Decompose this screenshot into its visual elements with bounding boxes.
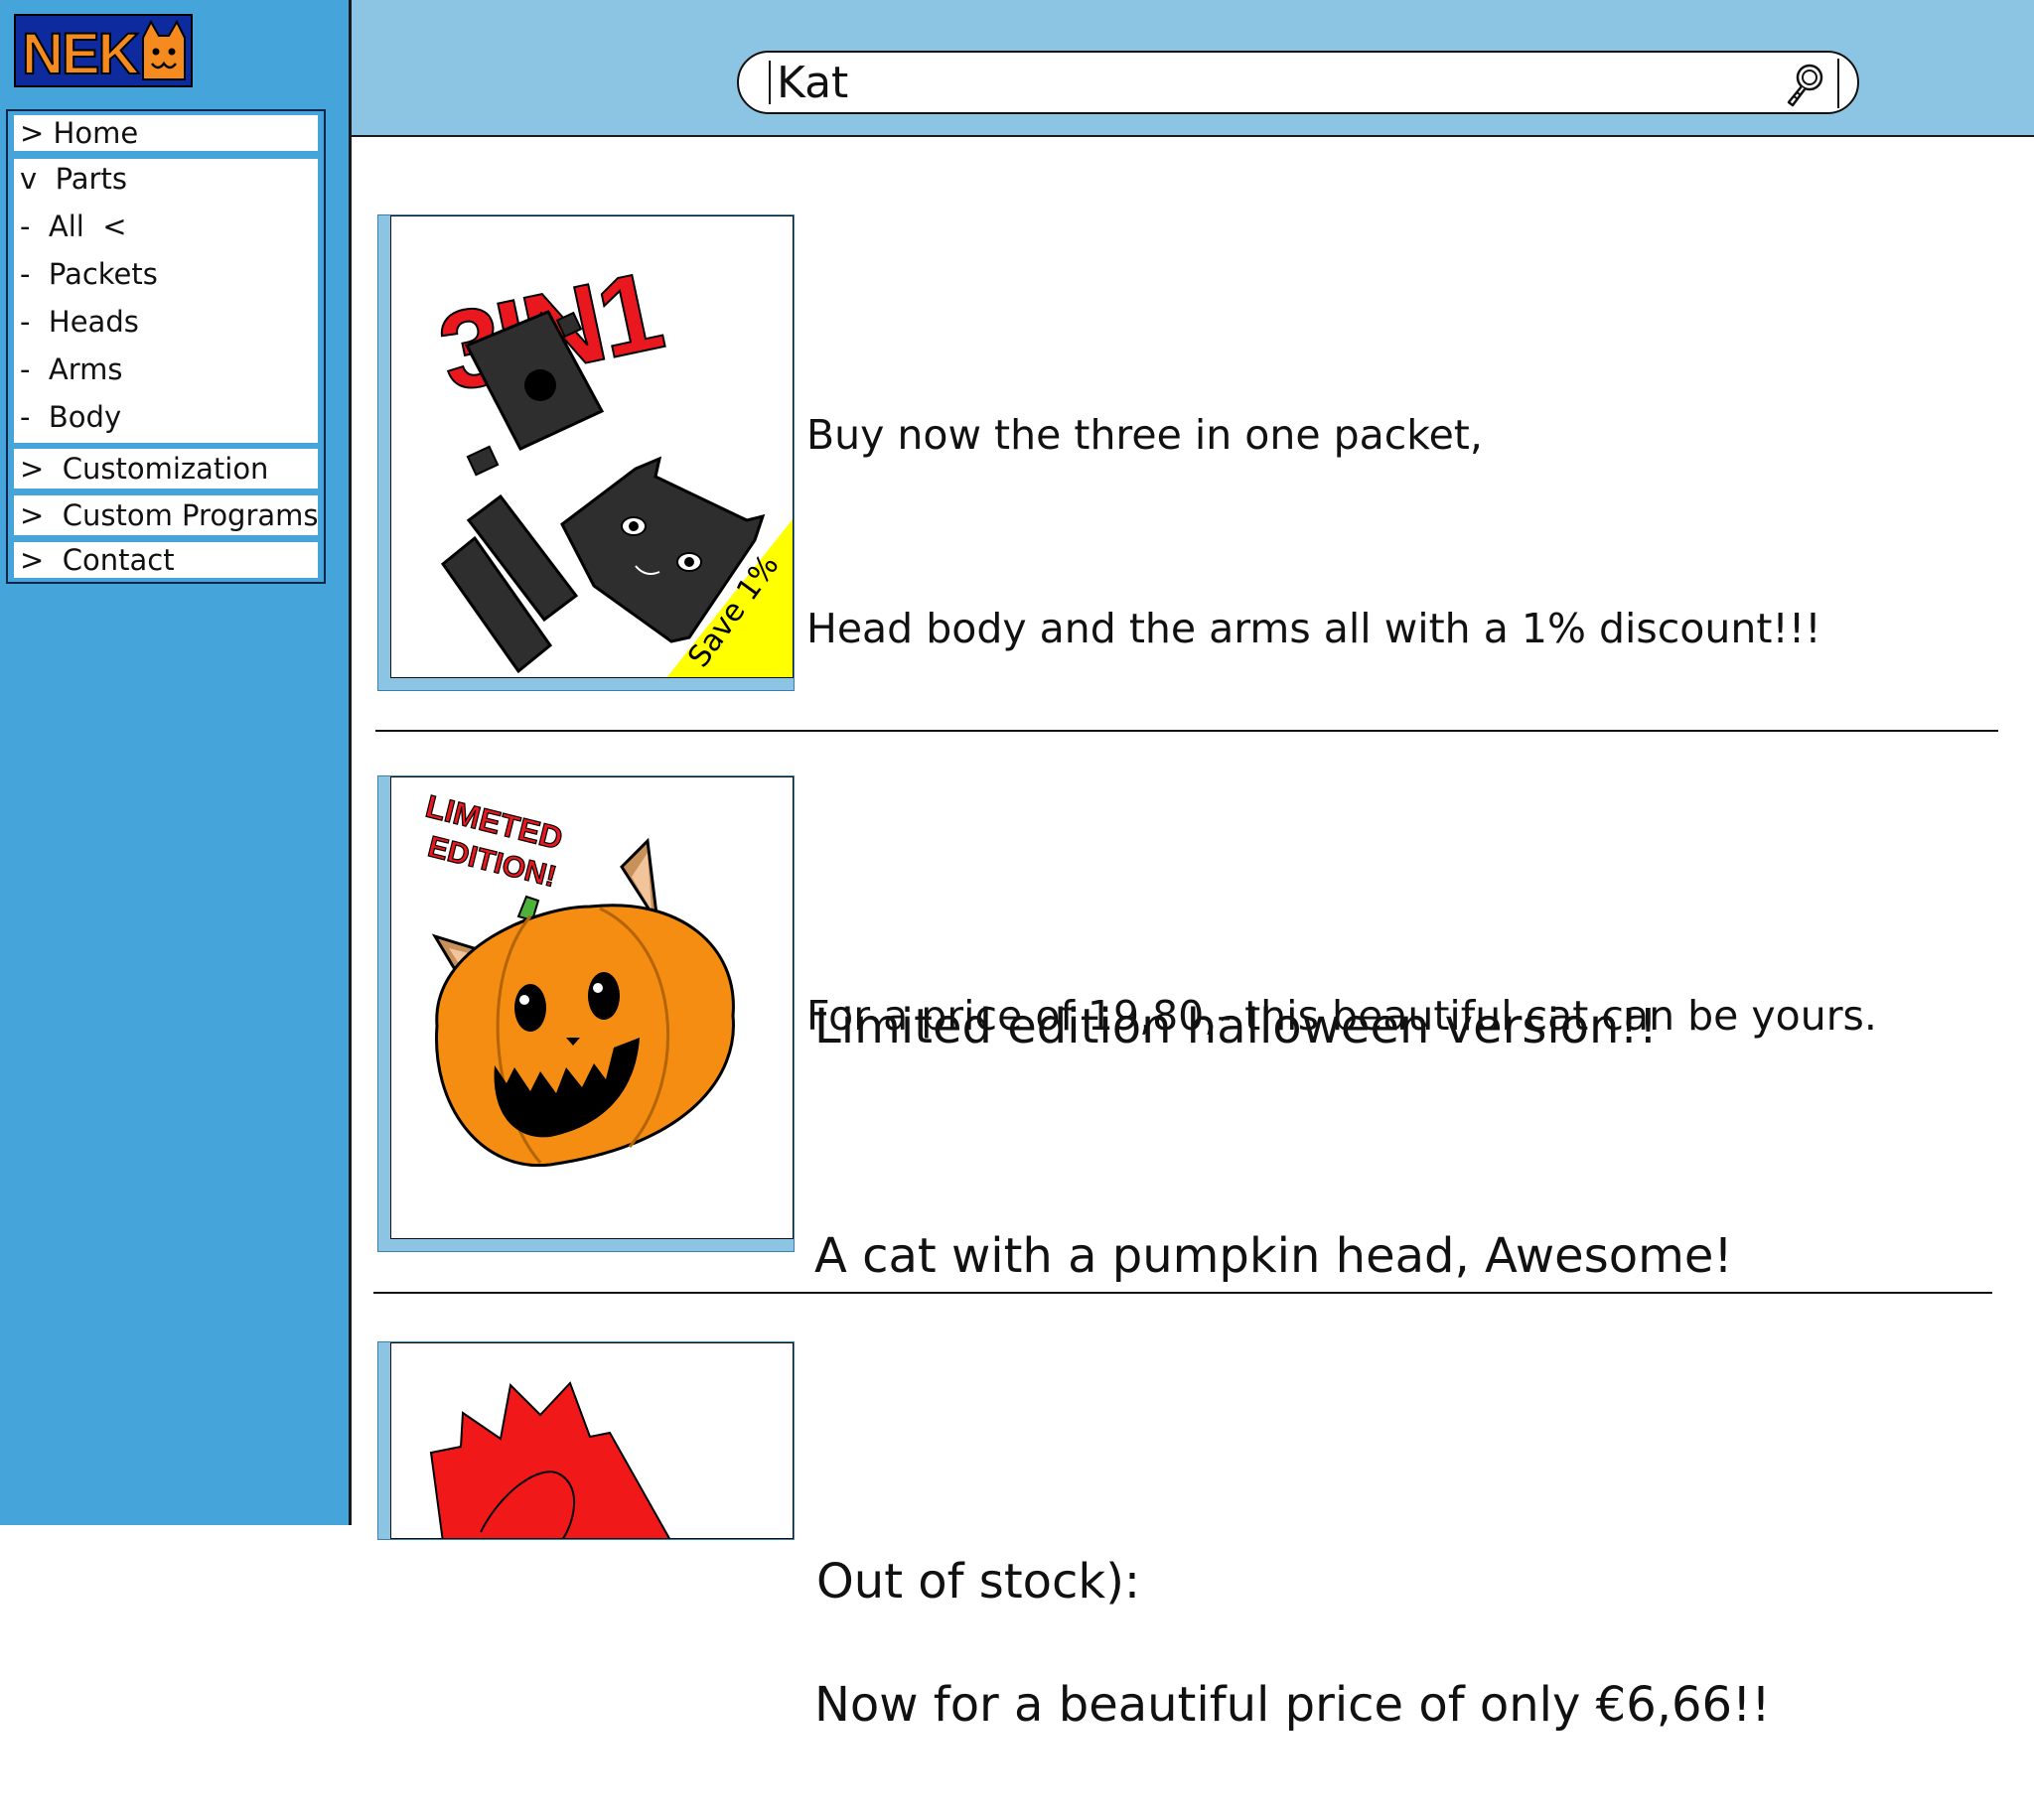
product-image-frame[interactable]: LIMETED EDITION! bbox=[377, 775, 795, 1252]
nav-custom-programs[interactable]: > Custom Programs bbox=[12, 493, 320, 537]
divider bbox=[373, 1292, 1992, 1294]
side-navigation: > Home v Parts - All < - Packets - Heads… bbox=[6, 109, 326, 584]
product-description: Limited edition halloween version!! A ca… bbox=[814, 836, 1771, 1820]
product-image-frame[interactable] bbox=[377, 1341, 795, 1540]
nav-contact[interactable]: > Contact bbox=[12, 540, 320, 580]
nav-parts-all[interactable]: - All < bbox=[14, 212, 318, 241]
nav-parts-packets[interactable]: - Packets bbox=[14, 260, 318, 289]
search-icon[interactable] bbox=[1784, 61, 1827, 108]
brand-logo[interactable]: NEK bbox=[14, 14, 193, 87]
nav-parts[interactable]: v Parts bbox=[14, 165, 318, 194]
nav-customization[interactable]: > Customization bbox=[12, 447, 320, 490]
nav-home[interactable]: > Home bbox=[12, 113, 320, 153]
product-line: Head body and the arms all with a 1% dis… bbox=[806, 605, 1821, 652]
product-line: Buy now the three in one packet, bbox=[806, 411, 1483, 459]
product-image-frame[interactable]: 3IN1 Save 1% bbox=[377, 214, 795, 691]
divider bbox=[375, 730, 1998, 732]
product-description: Out of stock): bbox=[816, 1433, 1140, 1671]
nav-parts-arms[interactable]: - Arms bbox=[14, 355, 318, 384]
product-image-3in1[interactable]: 3IN1 Save 1% bbox=[390, 215, 794, 678]
nav-parts-heads[interactable]: - Heads bbox=[14, 308, 318, 337]
nav-parts-body[interactable]: - Body bbox=[14, 403, 318, 432]
product-line: A cat with a pumpkin head, Awesome! bbox=[814, 1228, 1733, 1284]
sidebar: NEK > Home v Parts - All < - Packets - H… bbox=[0, 0, 352, 1525]
search-input[interactable] bbox=[769, 61, 1770, 104]
product-image-pumpkin-cat[interactable]: LIMETED EDITION! bbox=[390, 776, 794, 1239]
product-stock-status: Out of stock): bbox=[816, 1554, 1141, 1610]
product-line: Limited edition halloween version!! bbox=[814, 999, 1658, 1054]
search-divider bbox=[1837, 59, 1839, 108]
product-price-line: Now for a beautiful price of only €6,66!… bbox=[814, 1677, 1771, 1733]
top-header bbox=[352, 0, 2034, 137]
svg-text:NEK: NEK bbox=[22, 22, 140, 86]
nav-parts-group: v Parts - All < - Packets - Heads - Arms… bbox=[12, 157, 320, 445]
product-image-red-part[interactable] bbox=[390, 1342, 794, 1539]
search-bar bbox=[737, 51, 1859, 114]
